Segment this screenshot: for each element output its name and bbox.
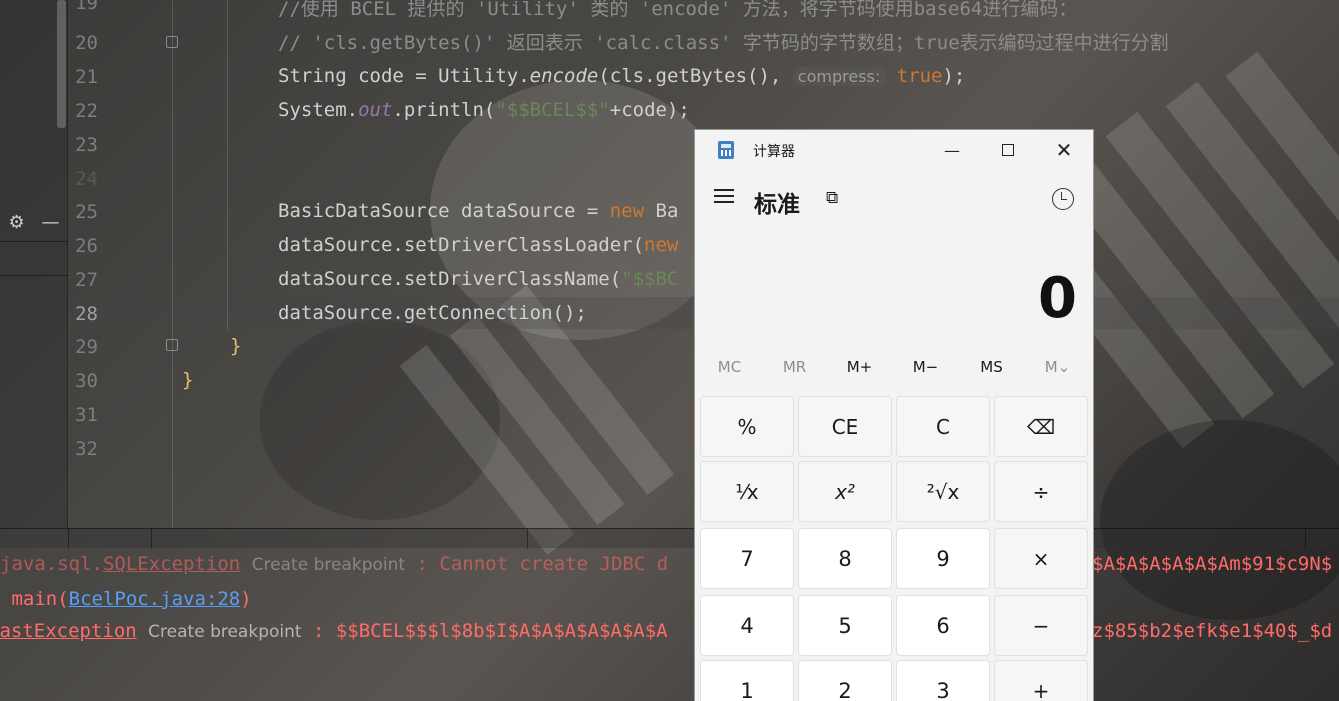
memory-recall-button[interactable]: MR: [762, 358, 827, 376]
console-line-1: java.sql.SQLException Create breakpoint …: [0, 553, 669, 575]
minimize-icon: —: [944, 140, 960, 160]
line-number: 26: [75, 235, 98, 257]
keep-on-top-icon[interactable]: ⧉: [826, 188, 848, 210]
minus-key[interactable]: −: [994, 595, 1088, 656]
calculator-display: 0: [1038, 266, 1077, 331]
line-number: 22: [75, 100, 98, 122]
multiply-key[interactable]: ×: [994, 528, 1088, 589]
line-number: 20: [75, 32, 98, 54]
percent-key[interactable]: %: [700, 396, 794, 457]
line-number: 31: [75, 404, 98, 426]
close-icon: ✕: [1055, 138, 1073, 162]
calculator-mode-title: 标准: [754, 192, 800, 218]
digit-3-key[interactable]: 3: [896, 660, 990, 701]
source-link[interactable]: BcelPoc.java:28: [69, 588, 241, 610]
memory-add-button[interactable]: M+: [827, 358, 892, 376]
tool-window-strip: ⚙ —: [0, 0, 68, 528]
code-line-22: System.out.println("$$BCEL$$"+code);: [278, 99, 690, 121]
memory-list-button[interactable]: M⌄: [1025, 358, 1090, 376]
digit-5-key[interactable]: 5: [798, 595, 892, 656]
code-line-19: //使用 BCEL 提供的 'Utility' 类的 'encode' 方法，将…: [278, 0, 1078, 20]
line-number: 27: [75, 269, 98, 291]
digit-4-key[interactable]: 4: [700, 595, 794, 656]
digit-1-key[interactable]: 1: [700, 660, 794, 701]
console-line-3: CastException Create breakpoint : $$BCEL…: [0, 620, 668, 642]
scrollbar-thumb[interactable]: [57, 0, 66, 128]
code-line-26: dataSource.setDriverClassLoader(new: [278, 234, 679, 256]
history-icon[interactable]: [1052, 188, 1074, 210]
clear-key[interactable]: C: [896, 396, 990, 457]
digit-2-key[interactable]: 2: [798, 660, 892, 701]
memory-row: MC MR M+ M− MS M⌄: [695, 358, 1093, 386]
line-number: 30: [75, 370, 98, 392]
line-number: 29: [75, 336, 98, 358]
line-number: 24: [75, 168, 98, 190]
reciprocal-key[interactable]: ⅟x: [700, 461, 794, 522]
create-breakpoint-link[interactable]: Create breakpoint: [252, 555, 405, 575]
close-button[interactable]: ✕: [1041, 134, 1087, 166]
code-line-28: dataSource.getConnection();: [278, 302, 587, 324]
create-breakpoint-link[interactable]: Create breakpoint: [148, 622, 301, 642]
digit-7-key[interactable]: 7: [700, 528, 794, 589]
code-line-29: }: [230, 335, 242, 357]
line-number: 21: [75, 66, 98, 88]
square-key[interactable]: x²: [798, 461, 892, 522]
console-line-3-tail: z$85$b2$efk$e1$40$_$d: [1092, 620, 1333, 642]
backspace-key[interactable]: ⌫: [994, 396, 1088, 457]
exception-class-link[interactable]: CastException: [0, 620, 137, 642]
minimize-button[interactable]: —: [929, 134, 975, 166]
hamburger-menu-icon[interactable]: [714, 188, 734, 204]
calculator-titlebar[interactable]: 计算器 — ✕: [695, 130, 1093, 170]
code-line-20: // 'cls.getBytes()' 返回表示 'calc.class' 字节…: [278, 32, 1169, 54]
maximize-button[interactable]: [985, 134, 1031, 166]
editor-gutter: 19 20 21 22 23 24 25 26 27 28 29 30 31 3…: [68, 0, 178, 528]
line-number: 19: [75, 0, 98, 14]
memory-store-button[interactable]: MS: [959, 358, 1024, 376]
line-number: 32: [75, 438, 98, 460]
memory-clear-button[interactable]: MC: [697, 358, 762, 376]
digit-6-key[interactable]: 6: [896, 595, 990, 656]
clear-entry-key[interactable]: CE: [798, 396, 892, 457]
window-title: 计算器: [753, 144, 795, 160]
line-number: 25: [75, 201, 98, 223]
code-line-30: }: [182, 369, 194, 391]
square-root-key[interactable]: ²√x: [896, 461, 990, 522]
digit-9-key[interactable]: 9: [896, 528, 990, 589]
digit-8-key[interactable]: 8: [798, 528, 892, 589]
calculator-app-icon: [718, 141, 734, 159]
console-line-1-tail: $A$A$A$A$A$Am$91$c9N$: [1092, 553, 1333, 575]
exception-class-link[interactable]: SQLException: [103, 553, 240, 575]
gear-icon[interactable]: ⚙: [8, 212, 24, 233]
plus-key[interactable]: +: [994, 660, 1088, 701]
maximize-icon: [1002, 144, 1014, 156]
parameter-hint: compress:: [792, 67, 886, 86]
code-line-25: BasicDataSource dataSource = new Ba: [278, 200, 679, 222]
code-line-21: String code = Utility.encode(cls.getByte…: [278, 65, 966, 87]
tool-window-header: ⚙ —: [0, 204, 68, 242]
console-toolbar: [0, 528, 1339, 549]
line-number: 23: [75, 134, 98, 156]
console-line-2: main(BcelPoc.java:28): [0, 588, 252, 610]
calculator-window: 计算器 — ✕ 标准 ⧉ 0 MC MR M+ M− MS M⌄ % CE C …: [694, 129, 1094, 701]
minimize-panel-icon[interactable]: —: [42, 212, 60, 233]
divide-key[interactable]: ÷: [994, 461, 1088, 522]
divider: [0, 275, 68, 276]
memory-subtract-button[interactable]: M−: [893, 358, 958, 376]
code-line-27: dataSource.setDriverClassName("$$BC: [278, 268, 679, 290]
